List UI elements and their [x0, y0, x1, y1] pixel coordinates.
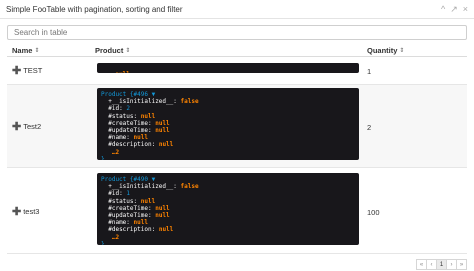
dump-key: #createTime: [108, 204, 152, 212]
last-page-button[interactable]: » [456, 259, 467, 270]
dump-key: #id: [108, 190, 123, 198]
row-name: Test2 [23, 122, 42, 131]
pagination: « ‹ 1 › » [416, 259, 467, 270]
dump-key: #description: [108, 141, 156, 149]
dump-key: #updateTime: [108, 212, 152, 220]
dump-value: null [133, 134, 148, 142]
sort-icon: ⇕ [399, 48, 405, 54]
dump-key: #updateTime: [108, 127, 152, 135]
sort-icon: ⇕ [34, 48, 40, 54]
quantity-cell: 2 [367, 123, 372, 132]
column-header-quantity[interactable]: Quantity ⇕ [367, 46, 404, 55]
panel-header: Simple FooTable with pagination, sorting… [0, 0, 474, 19]
dump-key: #status: [108, 197, 138, 205]
product-value: null [115, 71, 129, 73]
table-row[interactable]: ✚ Test2 Product {#496 ▼ +__isInitialized… [7, 85, 467, 168]
dump-value: null [133, 219, 148, 227]
dump-ellipsis: …2 [111, 148, 120, 156]
column-label: Name [12, 46, 33, 55]
close-icon[interactable]: × [463, 3, 468, 15]
dump-key: #createTime: [108, 119, 152, 127]
column-label: Quantity [367, 46, 398, 55]
table-row[interactable]: ✚ TEST null 1 [7, 58, 467, 85]
quantity-cell: 100 [367, 208, 380, 217]
column-header-product[interactable]: Product ⇕ [95, 46, 130, 55]
column-label: Product [95, 46, 124, 55]
product-dump: Product {#496 ▼ +__isInitialized__: fals… [97, 88, 359, 160]
column-header-name[interactable]: Name ⇕ [12, 46, 39, 55]
row-name: TEST [23, 66, 43, 75]
dump-key: #name: [108, 134, 130, 142]
dump-footer: } [101, 155, 105, 160]
table-header: Name ⇕ Product ⇕ Quantity ⇕ [7, 43, 467, 57]
dump-value: 2 [126, 105, 130, 113]
collapse-icon[interactable]: ^ [441, 3, 445, 15]
panel-title: Simple FooTable with pagination, sorting… [6, 4, 183, 14]
dump-header[interactable]: Product {#496 ▼ [101, 91, 155, 98]
dump-value: null [155, 212, 170, 220]
product-dump: null [97, 63, 359, 73]
dump-value: null [158, 226, 174, 234]
table-row[interactable]: ✚ test3 Product {#490 ▼ +__isInitialized… [7, 168, 467, 254]
expand-row-icon[interactable]: ✚ [12, 206, 21, 217]
dump-key: +__isInitialized__: [108, 98, 177, 106]
dump-value: 1 [126, 190, 130, 198]
dump-header[interactable]: Product {#490 ▼ [101, 176, 155, 183]
name-cell: ✚ test3 [12, 206, 40, 217]
search-input[interactable] [7, 25, 467, 40]
panel-controls: ^ ↗ × [441, 3, 468, 15]
expand-row-icon[interactable]: ✚ [12, 121, 21, 132]
dump-value: null [140, 197, 156, 205]
dump-footer: } [101, 240, 105, 245]
expand-row-icon[interactable]: ✚ [12, 65, 21, 76]
dump-value: null [158, 141, 174, 149]
dump-value: false [180, 98, 199, 106]
dump-key: #description: [108, 226, 156, 234]
dump-key: +__isInitialized__: [108, 183, 177, 191]
sort-icon: ⇕ [125, 48, 131, 54]
dump-value: null [140, 112, 156, 120]
expand-icon[interactable]: ↗ [450, 3, 458, 15]
row-name: test3 [23, 207, 40, 216]
dump-ellipsis: …2 [111, 233, 120, 241]
quantity-cell: 1 [367, 67, 372, 76]
name-cell: ✚ Test2 [12, 121, 42, 132]
dump-value: null [155, 127, 170, 135]
dump-key: #name: [108, 219, 130, 227]
product-dump: Product {#490 ▼ +__isInitialized__: fals… [97, 173, 359, 245]
name-cell: ✚ TEST [12, 65, 43, 76]
dump-value: null [155, 119, 170, 127]
dump-key: #status: [108, 112, 138, 120]
dump-value: null [155, 204, 170, 212]
dump-value: false [180, 183, 199, 191]
dump-key: #id: [108, 105, 123, 113]
